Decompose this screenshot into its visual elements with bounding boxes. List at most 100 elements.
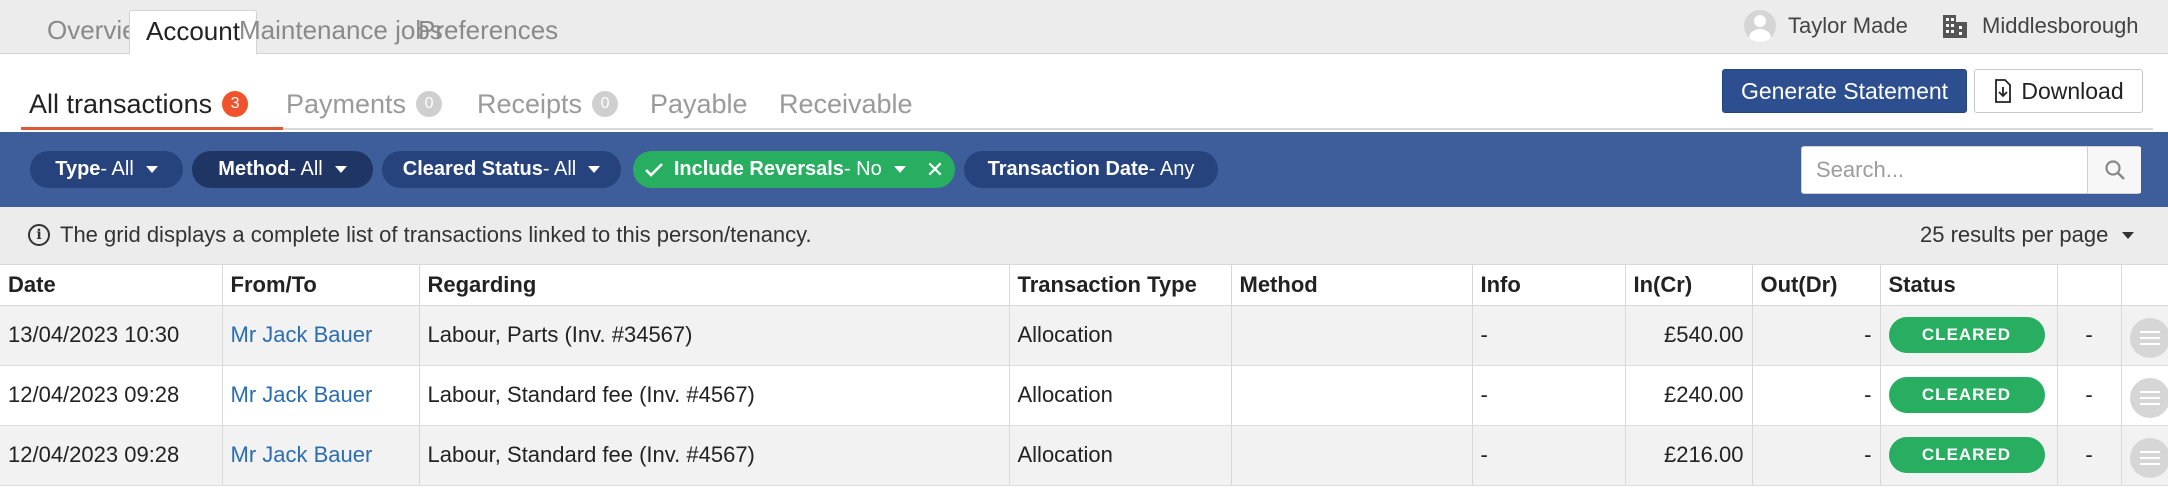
cell-extra: -: [2057, 305, 2122, 366]
cell-regarding: Labour, Parts (Inv. #34567): [419, 305, 1010, 366]
cell-from-to: Mr Jack Bauer: [222, 425, 420, 486]
filter-cleared-status[interactable]: Cleared Status - All: [382, 151, 621, 188]
per-page-select[interactable]: 25 results per page: [1920, 222, 2135, 248]
cell-out: -: [1752, 425, 1881, 486]
column-header-transaction-type[interactable]: Transaction Type: [1009, 265, 1232, 306]
subtab-payable[interactable]: Payable: [650, 86, 748, 122]
download-button[interactable]: Download: [1974, 69, 2143, 113]
cell-status: CLEARED: [1880, 365, 2058, 426]
person-link[interactable]: Mr Jack Bauer: [231, 322, 373, 347]
caret-down-icon: [893, 166, 906, 173]
subtab-label: Receivable: [779, 88, 913, 119]
cell-info: -: [1472, 425, 1626, 486]
tab-preferences[interactable]: Preferences: [402, 10, 574, 55]
cell-out: -: [1752, 305, 1881, 366]
cell-type: Allocation: [1009, 425, 1232, 486]
caret-down-icon: [145, 166, 158, 173]
info-text: The grid displays a complete list of tra…: [60, 222, 812, 247]
generate-statement-button[interactable]: Generate Statement: [1722, 69, 1967, 113]
table-header: Date From/To Regarding Transaction Type …: [0, 265, 2168, 306]
info-message: i The grid displays a complete list of t…: [28, 222, 812, 248]
subtab-receivable[interactable]: Receivable: [779, 86, 913, 122]
column-header-actions: [2121, 265, 2168, 306]
caret-down-icon: [2122, 231, 2135, 239]
filter-value: - Any: [1148, 158, 1195, 180]
close-icon[interactable]: ✕: [926, 157, 944, 183]
count-badge: 0: [416, 91, 443, 117]
subtab-label: Payments: [286, 88, 407, 119]
building-icon: [1943, 15, 1967, 38]
download-icon: [1995, 79, 2012, 103]
column-header-regarding[interactable]: Regarding: [419, 265, 1010, 306]
cell-regarding: Labour, Standard fee (Inv. #4567): [419, 425, 1010, 486]
column-header-from-to[interactable]: From/To: [222, 265, 420, 306]
subtab-all-transactions[interactable]: All transactions 3: [29, 86, 249, 122]
status-badge: CLEARED: [1888, 437, 2045, 473]
row-menu-icon[interactable]: [2129, 317, 2168, 358]
cell-in: £240.00: [1625, 365, 1753, 426]
subtab-receipts[interactable]: Receipts 0: [477, 86, 619, 122]
column-header-date[interactable]: Date: [0, 265, 223, 306]
column-header-method[interactable]: Method: [1231, 265, 1473, 306]
per-page-label: 25 results per page: [1920, 222, 2109, 247]
cell-status: CLEARED: [1880, 305, 2058, 366]
cell-info: -: [1472, 305, 1626, 366]
table-row[interactable]: 12/04/2023 09:28 Mr Jack Bauer Labour, S…: [0, 365, 2168, 426]
filter-name: Include Reversals: [673, 158, 844, 180]
cell-method: [1231, 365, 1473, 426]
filter-name: Transaction Date: [987, 158, 1149, 180]
location-name: Middlesborough: [1982, 13, 2139, 38]
user-menu[interactable]: Taylor Made: [1744, 8, 1908, 44]
cell-actions: [2121, 365, 2168, 426]
row-menu-icon[interactable]: [2129, 437, 2168, 478]
filter-value: - All: [100, 158, 134, 180]
avatar: [1744, 10, 1776, 42]
table-row[interactable]: 13/04/2023 10:30 Mr Jack Bauer Labour, P…: [0, 305, 2168, 366]
subtab-label: Receipts: [477, 88, 583, 119]
filter-include-reversals[interactable]: Include Reversals - No ✕: [633, 151, 955, 188]
subtab-payments[interactable]: Payments 0: [286, 86, 443, 122]
search-button[interactable]: [2087, 147, 2141, 193]
filter-method[interactable]: Method - All: [192, 151, 373, 188]
cell-date: 13/04/2023 10:30: [0, 305, 223, 366]
filter-value: - All: [542, 158, 577, 180]
info-bar: i The grid displays a complete list of t…: [0, 207, 2168, 265]
location-menu[interactable]: Middlesborough: [1942, 8, 2139, 44]
row-menu-icon[interactable]: [2129, 377, 2168, 418]
column-header-info[interactable]: Info: [1472, 265, 1626, 306]
cell-type: Allocation: [1009, 305, 1232, 366]
transactions-table: Date From/To Regarding Transaction Type …: [0, 265, 2168, 486]
user-name: Taylor Made: [1788, 13, 1908, 38]
cell-date: 12/04/2023 09:28: [0, 425, 223, 486]
cell-from-to: Mr Jack Bauer: [222, 365, 420, 426]
cell-method: [1231, 305, 1473, 366]
cell-actions: [2121, 305, 2168, 366]
cell-regarding: Labour, Standard fee (Inv. #4567): [419, 365, 1010, 426]
check-icon: [644, 162, 663, 177]
cell-out: -: [1752, 365, 1881, 426]
cell-info: -: [1472, 365, 1626, 426]
cell-actions: [2121, 425, 2168, 486]
person-link[interactable]: Mr Jack Bauer: [231, 382, 373, 407]
column-header-out-dr[interactable]: Out(Dr): [1752, 265, 1881, 306]
status-badge: CLEARED: [1888, 317, 2045, 353]
filter-transaction-date[interactable]: Transaction Date - Any: [964, 151, 1218, 188]
filter-type[interactable]: Type - All: [30, 151, 183, 188]
search-icon: [2104, 160, 2125, 180]
cell-status: CLEARED: [1880, 425, 2058, 486]
cell-in: £216.00: [1625, 425, 1753, 486]
search-input[interactable]: [1802, 147, 2087, 193]
status-badge: CLEARED: [1888, 377, 2045, 413]
person-link[interactable]: Mr Jack Bauer: [231, 442, 373, 467]
cell-extra: -: [2057, 365, 2122, 426]
filter-name: Method: [218, 158, 290, 180]
subtab-label: Payable: [650, 88, 748, 119]
filter-value: - All: [289, 158, 323, 180]
table-row[interactable]: 12/04/2023 09:28 Mr Jack Bauer Labour, S…: [0, 425, 2168, 486]
column-header-status[interactable]: Status: [1880, 265, 2058, 306]
cell-type: Allocation: [1009, 365, 1232, 426]
column-header-in-cr[interactable]: In(Cr): [1625, 265, 1753, 306]
subtab-label: All transactions: [29, 88, 213, 119]
search-box: [1801, 146, 2141, 194]
filter-name: Cleared Status: [402, 158, 543, 180]
